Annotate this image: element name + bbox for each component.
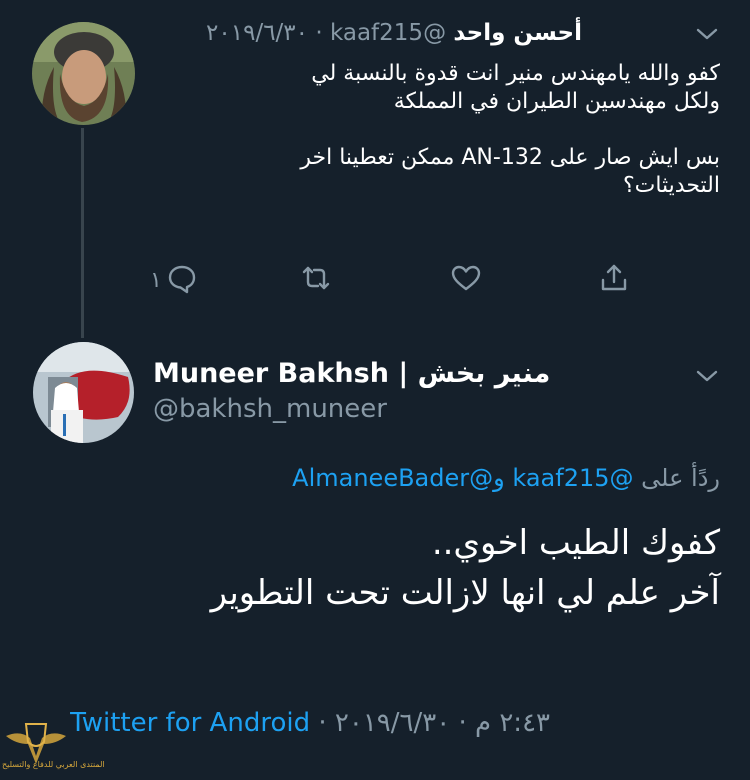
- replying-prefix: ردًأ على: [641, 464, 720, 492]
- reply-separator: ·: [315, 20, 323, 46]
- reply-tweet-actions: ١: [150, 262, 650, 298]
- main-display-name[interactable]: Muneer Bakhsh | منير بخش: [153, 358, 550, 389]
- reply-date[interactable]: ٢٠١٩/٦/٣٠: [206, 20, 308, 46]
- tweet-source[interactable]: Twitter for Android: [70, 708, 310, 738]
- main-tweet-text: كفوك الطيب اخوي.. آخر علم لي انها لازالت…: [210, 523, 720, 613]
- reply-count: ١: [150, 267, 162, 293]
- retweet-icon: [300, 262, 332, 298]
- share-icon: [598, 262, 630, 298]
- retweet-button[interactable]: [300, 262, 332, 298]
- chevron-down-icon[interactable]: [696, 368, 718, 382]
- tweet-date: ٢٠١٩/٦/٣٠: [334, 708, 451, 738]
- reply-display-name[interactable]: أحسن واحد: [453, 20, 582, 46]
- replying-to: ردًأ على @kaaf215 و@AlmaneeBader: [292, 464, 720, 492]
- meta-separator-2: ·: [318, 708, 327, 738]
- like-button[interactable]: [450, 262, 482, 298]
- replying-handle-1[interactable]: @kaaf215: [512, 464, 633, 492]
- reply-tweet-text: كفو والله يامهندس منير انت قدوة بالنسبة …: [300, 61, 720, 198]
- avatar-bakhsh-muneer[interactable]: [33, 342, 134, 443]
- chevron-down-icon[interactable]: [696, 26, 718, 40]
- reply-handle[interactable]: @kaaf215: [330, 20, 446, 46]
- main-handle[interactable]: @bakhsh_muneer: [153, 394, 387, 424]
- watermark-text: المنتدى العربي للدفاع والتسليح: [2, 760, 105, 769]
- replying-conjunction: و: [493, 464, 505, 492]
- tweet-time: ٢:٤٣ م: [474, 708, 550, 738]
- tweet-meta: ٢:٤٣ م · ٢٠١٩/٦/٣٠ · Twitter for Android: [70, 708, 550, 738]
- reply-icon: [166, 262, 198, 298]
- reply-tweet-header: أحسن واحد @kaaf215 · ٢٠١٩/٦/٣٠: [206, 20, 582, 46]
- share-button[interactable]: [598, 262, 630, 298]
- replying-handle-2[interactable]: @AlmaneeBader: [292, 464, 493, 492]
- reply-button[interactable]: ١: [150, 262, 198, 298]
- meta-separator-1: ·: [458, 708, 467, 738]
- like-icon: [450, 262, 482, 298]
